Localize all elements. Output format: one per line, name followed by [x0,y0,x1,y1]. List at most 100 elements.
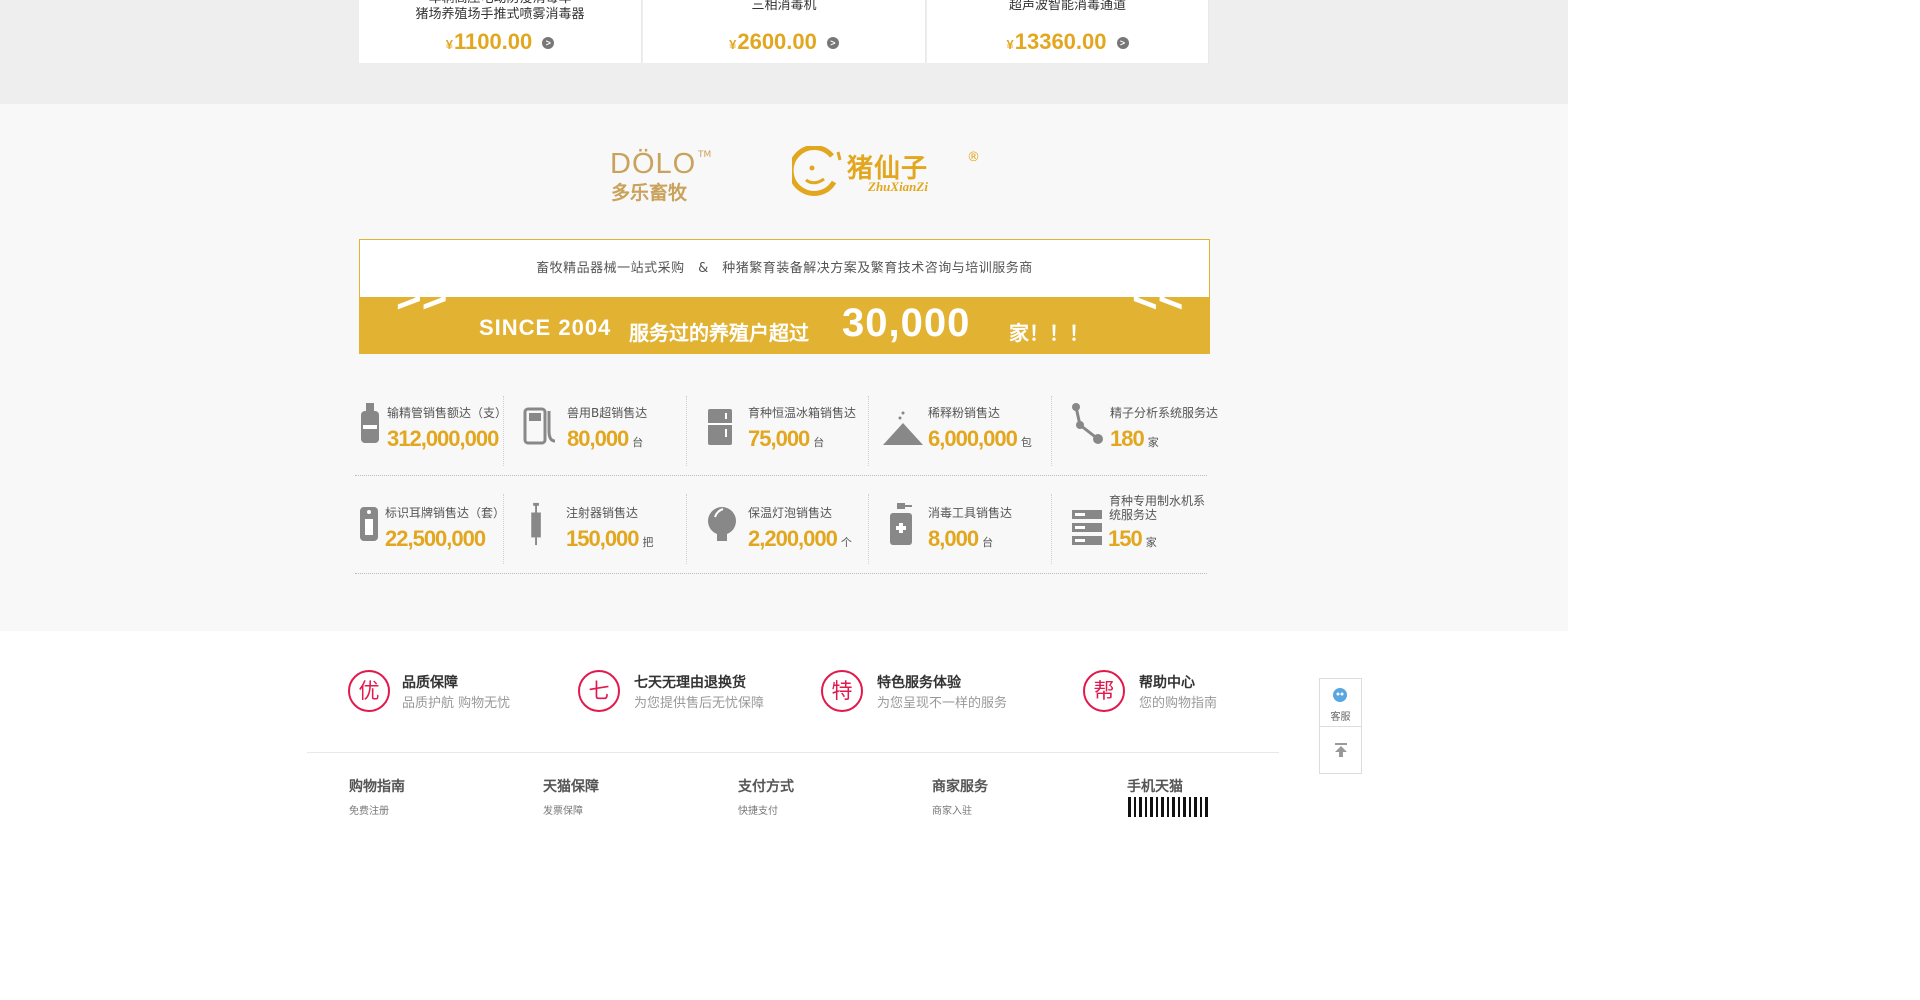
customer-count: 30,000 [842,301,971,345]
stat-label: 标识耳牌销售达（套） [385,506,506,520]
product-strip: 车辆高压电动防疫消毒车 猪场养殖场手推式喷雾消毒器 ¥1100.00 > 三相消毒… [0,0,1568,104]
chevrons-left-icon: << [1132,273,1184,322]
stat-divider [868,494,869,564]
stat-value: 6,000,000 包 [928,426,1032,451]
special-badge-icon: 特 [821,670,863,712]
count-suffix: 家！！！ [1009,321,1089,345]
product-name[interactable]: 三相消毒机 [643,0,925,14]
product-card[interactable]: 超声波智能消毒通道 ¥13360.00 > [927,0,1209,63]
footer-column-payment: 支付方式 快捷支付 [738,776,794,817]
footer-link[interactable]: 免费注册 [349,802,405,817]
dolo-chinese-name: 多乐畜牧 [611,182,688,204]
stat-value: 75,000 台 [748,426,825,451]
row-divider [355,573,1207,574]
price-value: 2600.00 [737,29,817,54]
footer-column-title: 支付方式 [738,779,794,795]
stat-value: 150 家 [1108,526,1157,551]
product-card[interactable]: 车辆高压电动防疫消毒车 猪场养殖场手推式喷雾消毒器 ¥1100.00 > [359,0,642,63]
arrow-right-icon[interactable]: > [826,37,839,50]
fridge-icon [708,409,732,445]
footer-column-merchant-service: 商家服务 商家入驻 [932,776,988,817]
seven-day-badge-icon: 七 [578,670,620,712]
zhuxianzi-pinyin: ZhuXianZi [868,179,928,194]
row-divider [355,475,1207,476]
footer-column-tmall-guarantee: 天猫保障 发票保障 [543,776,599,817]
server-icon [1072,510,1102,545]
stat-item: 育种专用制水机系统服务达 150 家 [1071,494,1253,568]
semen-bottle-icon [361,403,379,443]
stat-label: 育种恒温冰箱销售达 [748,406,857,420]
footer-link[interactable]: 快捷支付 [738,802,794,817]
guarantee-title: 特色服务体验 [877,675,961,691]
stat-value: 180 家 [1110,426,1159,451]
floating-side-panel: 客服 [1319,678,1362,774]
footer-column-shopping-guide: 购物指南 免费注册 [349,776,405,817]
guarantee-seven-day-return[interactable]: 七 七天无理由退换货 为您提供售后无忧保障 [578,670,788,714]
stat-divider [868,396,869,466]
ultrasound-icon [523,407,556,445]
qr-code [1128,797,1210,817]
promo-highlight: SINCE 2004 服务过的养殖户超过 30,000 家！！！ [359,297,1210,354]
footer-column-title: 购物指南 [349,779,405,795]
guarantee-subtitle: 您的购物指南 [1139,696,1218,711]
spray-bottle-icon [890,503,912,545]
stat-label: 育种专用制水机系统服务达 [1109,494,1206,522]
currency-symbol: ¥ [729,37,737,52]
zhuxianzi-logo[interactable]: 猪仙子 ® ZhuXianZi [792,146,982,202]
guarantee-special-service[interactable]: 特 特色服务体验 为您呈现不一样的服务 [821,670,1031,714]
since-year: SINCE 2004 [479,315,612,340]
guarantee-title: 品质保障 [402,675,458,691]
stat-label: 保温灯泡销售达 [748,506,833,520]
stat-divider [503,396,504,466]
price-value: 13360.00 [1014,29,1107,54]
footer-link[interactable]: 发票保障 [543,802,599,817]
guarantee-subtitle: 品质护航 购物无忧 [402,696,511,711]
guarantee-title: 帮助中心 [1139,675,1195,691]
customer-service-label: 客服 [1330,712,1351,723]
guarantee-quality[interactable]: 优 品质保障 品质护航 购物无忧 [348,670,538,714]
stat-item: 消毒工具销售达 8,000 台 [888,498,1070,568]
stat-divider [1051,494,1052,564]
footer-link[interactable]: 商家入驻 [932,802,988,817]
guarantee-title: 七天无理由退换货 [634,675,746,691]
dolo-logo[interactable]: DÖLO TM 多乐畜牧 [610,148,715,204]
currency-symbol: ¥ [1006,37,1014,52]
stat-label: 兽用B超销售达 [567,406,648,420]
arrow-right-icon[interactable]: > [1116,37,1129,50]
guarantee-subtitle: 为您提供售后无忧保障 [634,696,765,711]
stat-divider [686,494,687,564]
footer-divider [307,752,1279,753]
pig-face-icon [792,146,842,196]
product-price: ¥13360.00 > [927,29,1208,55]
promo-banner: 畜牧精品器械一站式采购 & 种猪繁育装备解决方案及繁育技术咨询与培训服务商 SI… [359,239,1210,354]
footer-column-mobile-tmall: 手机天猫 [1127,776,1183,796]
product-price: ¥2600.00 > [643,29,925,55]
bulb-icon [708,507,736,541]
stat-label: 精子分析系统服务达 [1110,406,1219,420]
stat-value: 8,000 台 [928,526,994,551]
guarantee-help-center[interactable]: 帮 帮助中心 您的购物指南 [1083,670,1233,714]
back-to-top-button[interactable] [1320,727,1361,773]
dolo-tm: TM [698,150,712,160]
product-card[interactable]: 三相消毒机 ¥2600.00 > [643,0,926,63]
arrow-up-icon [1335,743,1347,757]
stat-label: 输精管销售额达（支） [387,406,508,420]
customer-service-button[interactable]: 客服 [1320,679,1361,727]
stat-item: 输精管销售额达（支） 312,000,000 [359,398,541,468]
stat-item: 兽用B超销售达 80,000 台 [523,398,705,468]
product-name[interactable]: 超声波智能消毒通道 [927,0,1208,14]
stat-item: 稀释粉销售达 6,000,000 包 [882,398,1064,468]
stat-label: 消毒工具销售达 [928,506,1013,520]
stat-label: 稀释粉销售达 [928,406,1001,420]
served-text: 服务过的养殖户超过 [629,321,809,345]
chat-bubble-icon [1333,688,1347,702]
price-value: 1100.00 [453,29,533,54]
dolo-wordmark: DÖLO [610,148,697,180]
arrow-right-icon[interactable]: > [542,37,555,50]
ear-tag-icon [360,507,378,541]
stat-item: 注射器销售达 150,000 把 [523,498,705,568]
network-icon [1072,403,1103,444]
footer-column-title: 天猫保障 [543,779,599,795]
quality-badge-icon: 优 [348,670,390,712]
product-name[interactable]: 车辆高压电动防疫消毒车 猪场养殖场手推式喷雾消毒器 [359,0,641,23]
